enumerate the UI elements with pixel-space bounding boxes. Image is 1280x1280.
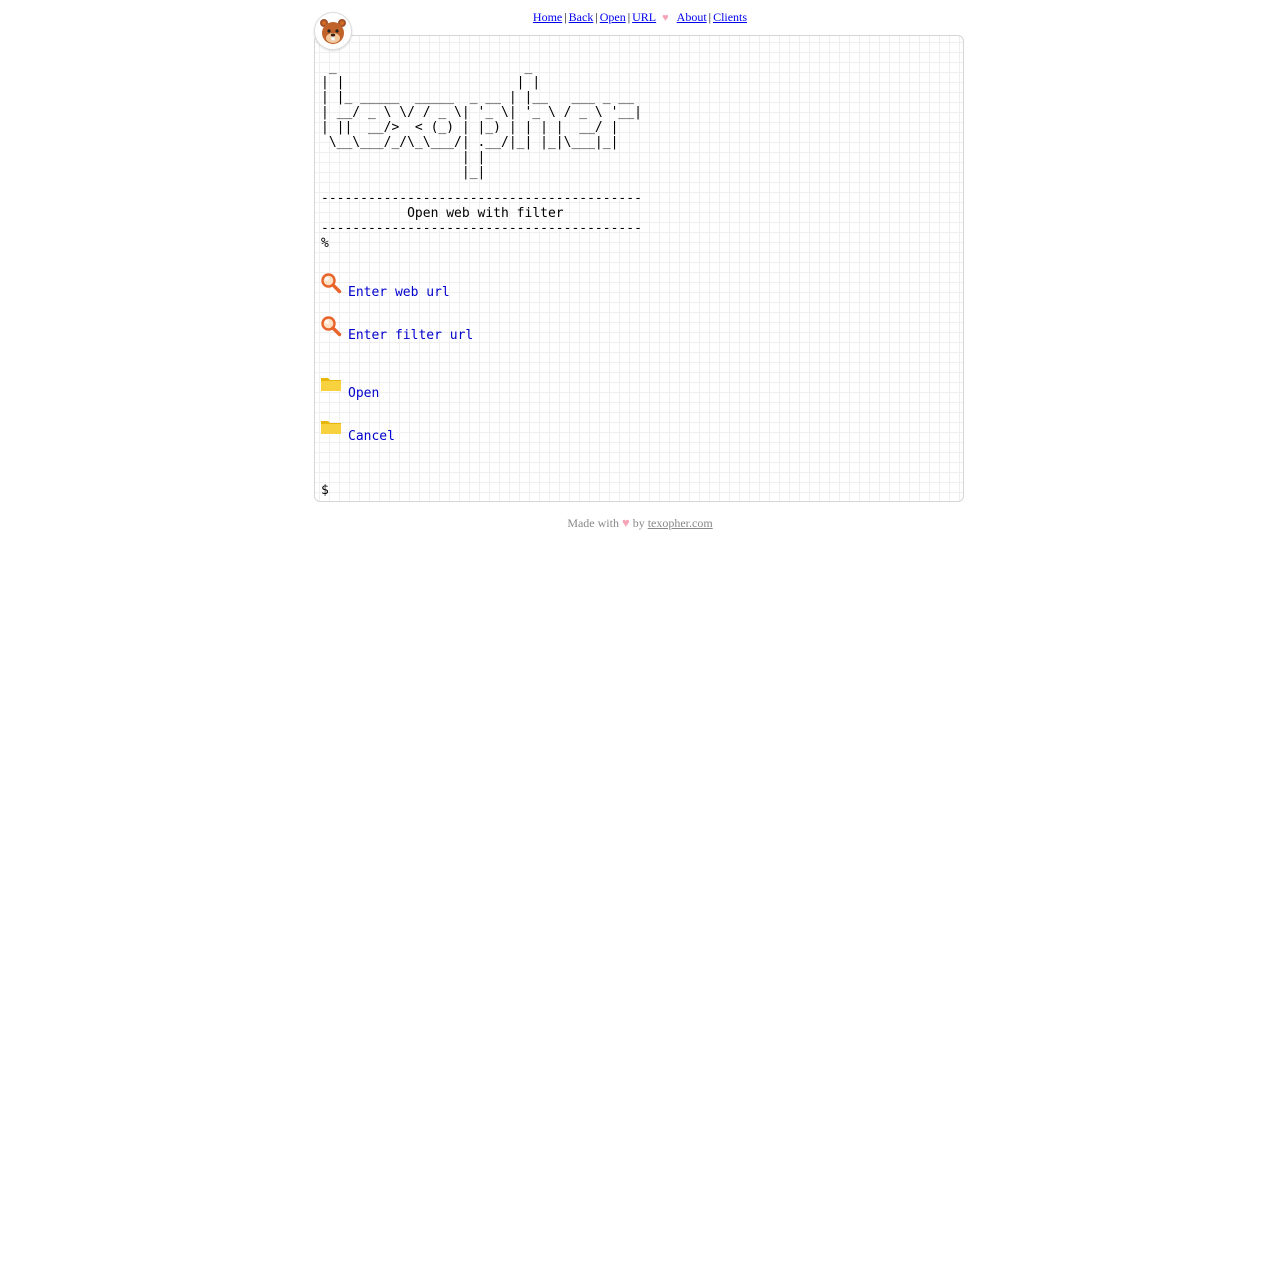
nav-home-link[interactable]: Home	[533, 10, 562, 24]
beaver-mascot-icon	[314, 12, 352, 50]
menu-item-label: Cancel	[348, 429, 395, 444]
heart-icon: ♥	[662, 12, 669, 24]
menu-item-label: Enter web url	[348, 285, 450, 300]
nav-about-link[interactable]: About	[677, 10, 707, 24]
divider-rule: ----------------------------------------…	[321, 221, 642, 236]
folder-icon	[320, 373, 342, 395]
nav-open-link[interactable]: Open	[600, 10, 626, 24]
page-title: Open web with filter	[321, 206, 564, 221]
magnifier-icon	[320, 315, 342, 337]
nav-clients-link[interactable]: Clients	[713, 10, 747, 24]
footer: Made with ♥ by texopher.com	[0, 515, 1280, 531]
magnifier-icon	[320, 272, 342, 294]
heart-icon: ♥	[621, 515, 630, 530]
enter-filter-url-link[interactable]: Enter filter url	[320, 316, 474, 343]
open-link[interactable]: Open	[320, 377, 379, 401]
footer-made-with: Made with	[567, 516, 619, 530]
prompt-dollar: $	[321, 483, 329, 498]
prompt-percent: %	[321, 236, 329, 251]
menu-item-label: Enter filter url	[348, 328, 474, 343]
terminal-panel: _ _ | | | | | |_ _____ _____ _ __ | |__ …	[314, 35, 964, 502]
nav-url-link[interactable]: URL	[632, 10, 656, 24]
folder-icon	[320, 416, 342, 438]
enter-web-url-link[interactable]: Enter web url	[320, 273, 450, 300]
ascii-logo: _ _ | | | | | |_ _____ _____ _ __ | |__ …	[321, 60, 642, 180]
divider-rule: ----------------------------------------…	[321, 191, 642, 206]
cancel-link[interactable]: Cancel	[320, 420, 395, 444]
menu-item-label: Open	[348, 386, 380, 401]
top-navigation: Home | Back | Open | URL ♥ About | Clients	[0, 9, 1280, 26]
nav-back-link[interactable]: Back	[569, 10, 594, 24]
footer-site-link[interactable]: texopher.com	[648, 516, 713, 530]
footer-by: by	[632, 516, 645, 530]
